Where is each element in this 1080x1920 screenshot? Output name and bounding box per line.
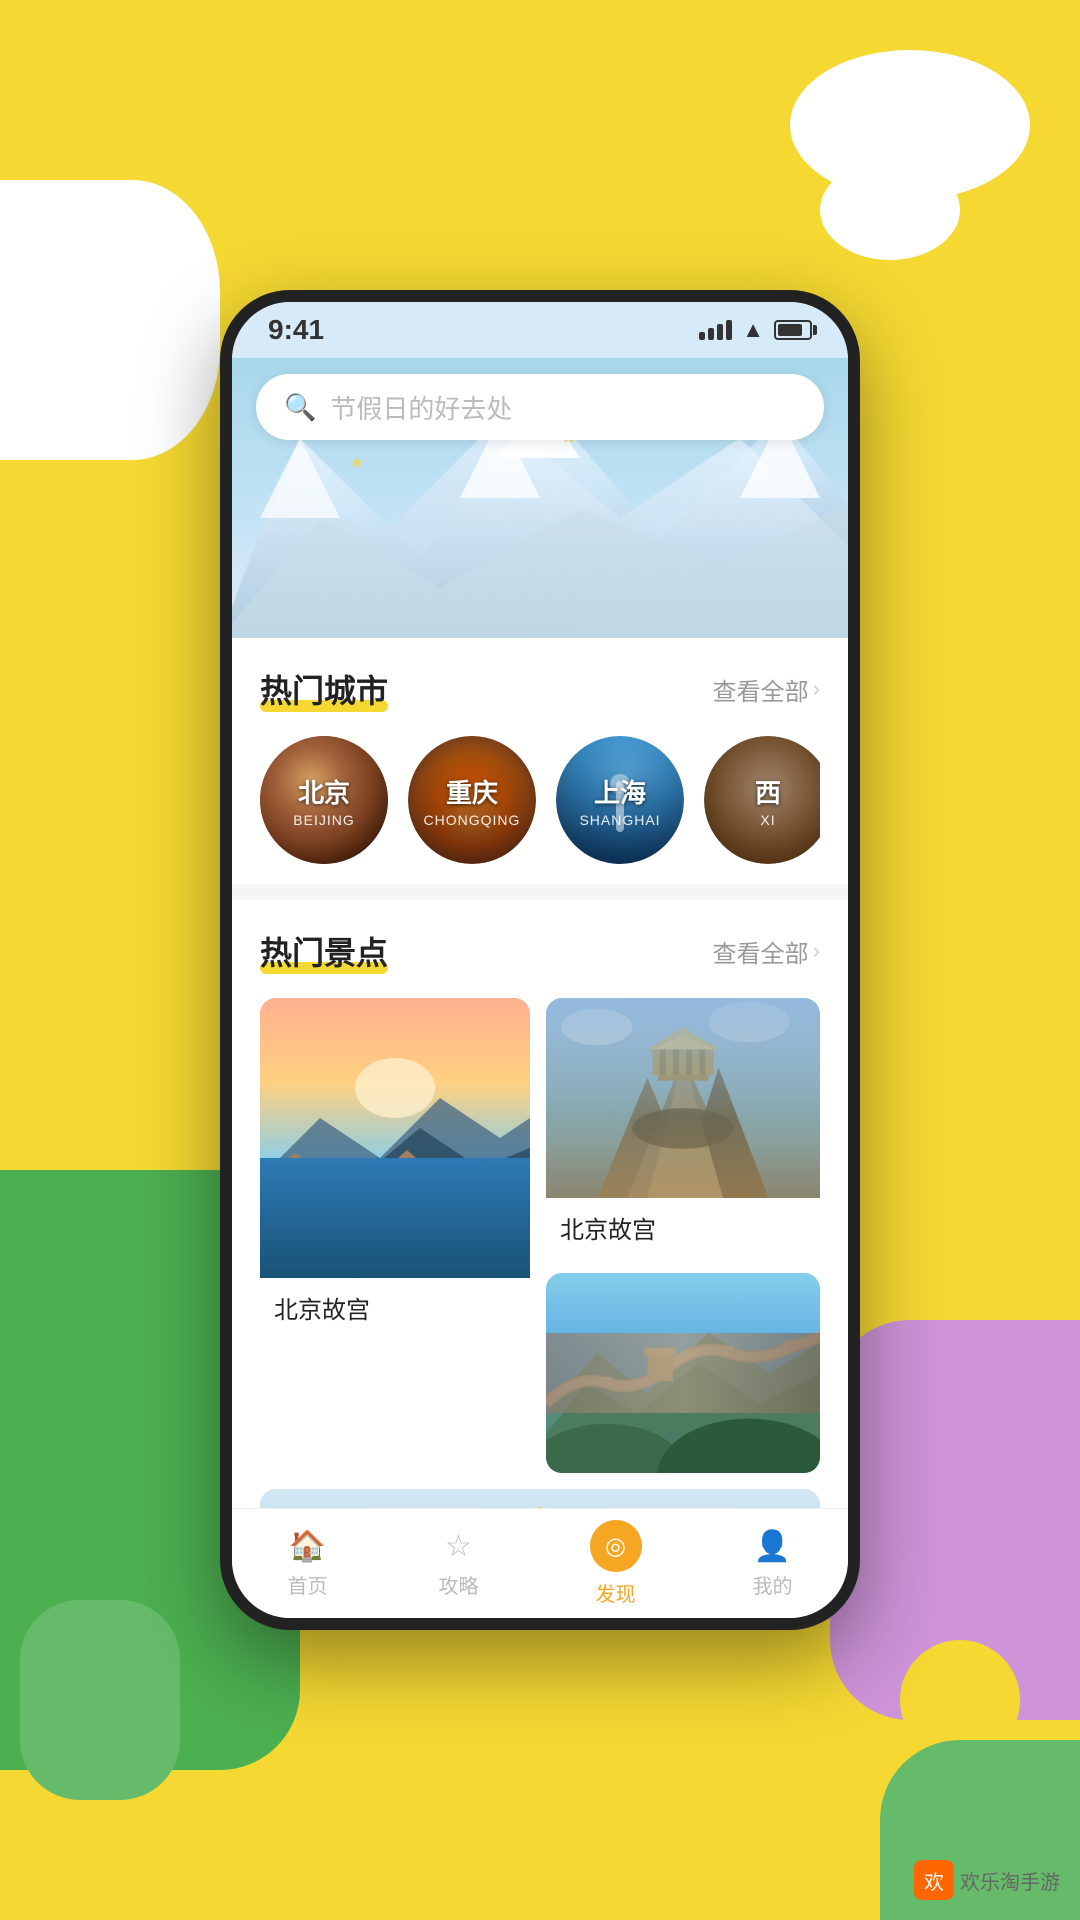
city-item-chongqing[interactable]: 重庆 CHONGQING	[408, 736, 536, 864]
attraction-label-palace-top: 北京故宫	[546, 1198, 820, 1257]
status-time: 9:41	[268, 314, 324, 346]
city-shanghai-en: SHANGHAI	[579, 812, 660, 828]
search-bar[interactable]: 🔍 节假日的好去处	[256, 374, 824, 440]
signal-icon	[699, 320, 732, 340]
city-circle-shanghai: 上海 SHANGHAI	[556, 736, 684, 864]
guide-icon: ☆	[445, 1529, 472, 1564]
attraction-img-lake	[260, 998, 530, 1278]
nav-item-home[interactable]: 🏠 首页	[268, 1521, 348, 1607]
palace-top-svg	[546, 998, 820, 1198]
nav-item-profile[interactable]: 👤 我的	[733, 1521, 813, 1607]
hot-attractions-header: 热门景点 查看全部 ›	[260, 928, 820, 974]
profile-icon: 👤	[754, 1529, 791, 1564]
lake-svg	[260, 998, 530, 1278]
city-circle-xi: 西 XI	[704, 736, 820, 864]
phone-frame: 9:41 ▲	[220, 290, 860, 1630]
nav-label-guide: 攻略	[439, 1570, 479, 1599]
watermark-icon: 欢	[914, 1860, 954, 1900]
potala-svg	[260, 1489, 820, 1508]
hot-cities-title: 热门城市	[260, 673, 388, 709]
attraction-label-lake: 北京故宫	[260, 1278, 530, 1337]
home-icon: 🏠	[289, 1529, 326, 1564]
city-xi-cn: 西	[755, 773, 781, 810]
hot-cities-title-wrap: 热门城市	[260, 666, 388, 712]
attraction-card-potala[interactable]	[260, 1489, 820, 1508]
chevron-right-icon-2: ›	[813, 938, 820, 964]
hot-attractions-more-label: 查看全部	[713, 934, 809, 969]
status-bar: 9:41 ▲	[232, 302, 848, 358]
chevron-right-icon: ›	[813, 676, 820, 702]
attraction-img-potala	[260, 1489, 820, 1508]
city-xi-en: XI	[760, 812, 775, 828]
attractions-grid: 北京故宫	[260, 998, 820, 1473]
hot-cities-section: 热门城市 查看全部 › 北京	[232, 638, 848, 884]
hot-cities-header: 热门城市 查看全部 ›	[260, 666, 820, 712]
attraction-img-greatwall	[546, 1273, 820, 1473]
attraction-card-greatwall[interactable]	[546, 1273, 820, 1473]
attraction-card-palace-top[interactable]: 北京故宫	[546, 998, 820, 1257]
attractions-right-col: 北京故宫	[546, 998, 820, 1473]
hero-banner: ★ ★ 🔍 节假日的好去处	[232, 358, 848, 638]
attraction-img-palace-top	[546, 998, 820, 1198]
nav-label-home: 首页	[288, 1570, 328, 1599]
city-shanghai-cn: 上海	[594, 773, 646, 810]
hot-attractions-title: 热门景点	[260, 935, 388, 971]
hot-cities-more[interactable]: 查看全部 ›	[713, 672, 820, 707]
wifi-icon: ▲	[742, 317, 764, 343]
nav-item-discover[interactable]: ◎ 发现	[570, 1512, 662, 1615]
city-beijing-cn: 北京	[298, 773, 350, 810]
city-chongqing-en: CHONGQING	[424, 812, 521, 828]
city-circle-beijing: 北京 BEIJING	[260, 736, 388, 864]
search-placeholder: 节假日的好去处	[330, 389, 512, 426]
discover-icon: ◎	[590, 1520, 642, 1572]
search-icon: 🔍	[284, 392, 316, 423]
bottom-nav: 🏠 首页 ☆ 攻略 ◎ 发现 👤 我的	[232, 1508, 848, 1618]
city-chongqing-cn: 重庆	[446, 773, 498, 810]
watermark: 欢 欢乐淘手游	[914, 1860, 1060, 1900]
city-item-shanghai[interactable]: 上海 SHANGHAI	[556, 736, 684, 864]
status-icons: ▲	[699, 317, 812, 343]
city-item-beijing[interactable]: 北京 BEIJING	[260, 736, 388, 864]
nav-item-guide[interactable]: ☆ 攻略	[419, 1521, 499, 1607]
hot-attractions-more[interactable]: 查看全部 ›	[713, 934, 820, 969]
battery-icon	[774, 320, 812, 340]
city-circle-chongqing: 重庆 CHONGQING	[408, 736, 536, 864]
attraction-card-lake[interactable]: 北京故宫	[260, 998, 530, 1473]
scroll-body[interactable]: 热门城市 查看全部 › 北京	[232, 638, 848, 1508]
greatwall-svg	[546, 1273, 820, 1473]
hot-cities-more-label: 查看全部	[713, 672, 809, 707]
nav-label-profile: 我的	[753, 1570, 793, 1599]
cities-row: 北京 BEIJING 重庆	[260, 736, 820, 864]
city-beijing-en: BEIJING	[293, 812, 354, 828]
svg-text:★: ★	[350, 455, 364, 472]
attractions-left-col: 北京故宫	[260, 998, 530, 1473]
nav-label-discover: 发现	[596, 1578, 636, 1607]
watermark-text: 欢乐淘手游	[960, 1866, 1060, 1895]
city-item-xi[interactable]: 西 XI	[704, 736, 820, 864]
hot-attractions-title-wrap: 热门景点	[260, 928, 388, 974]
hot-attractions-section: 热门景点 查看全部 ›	[232, 900, 848, 1508]
